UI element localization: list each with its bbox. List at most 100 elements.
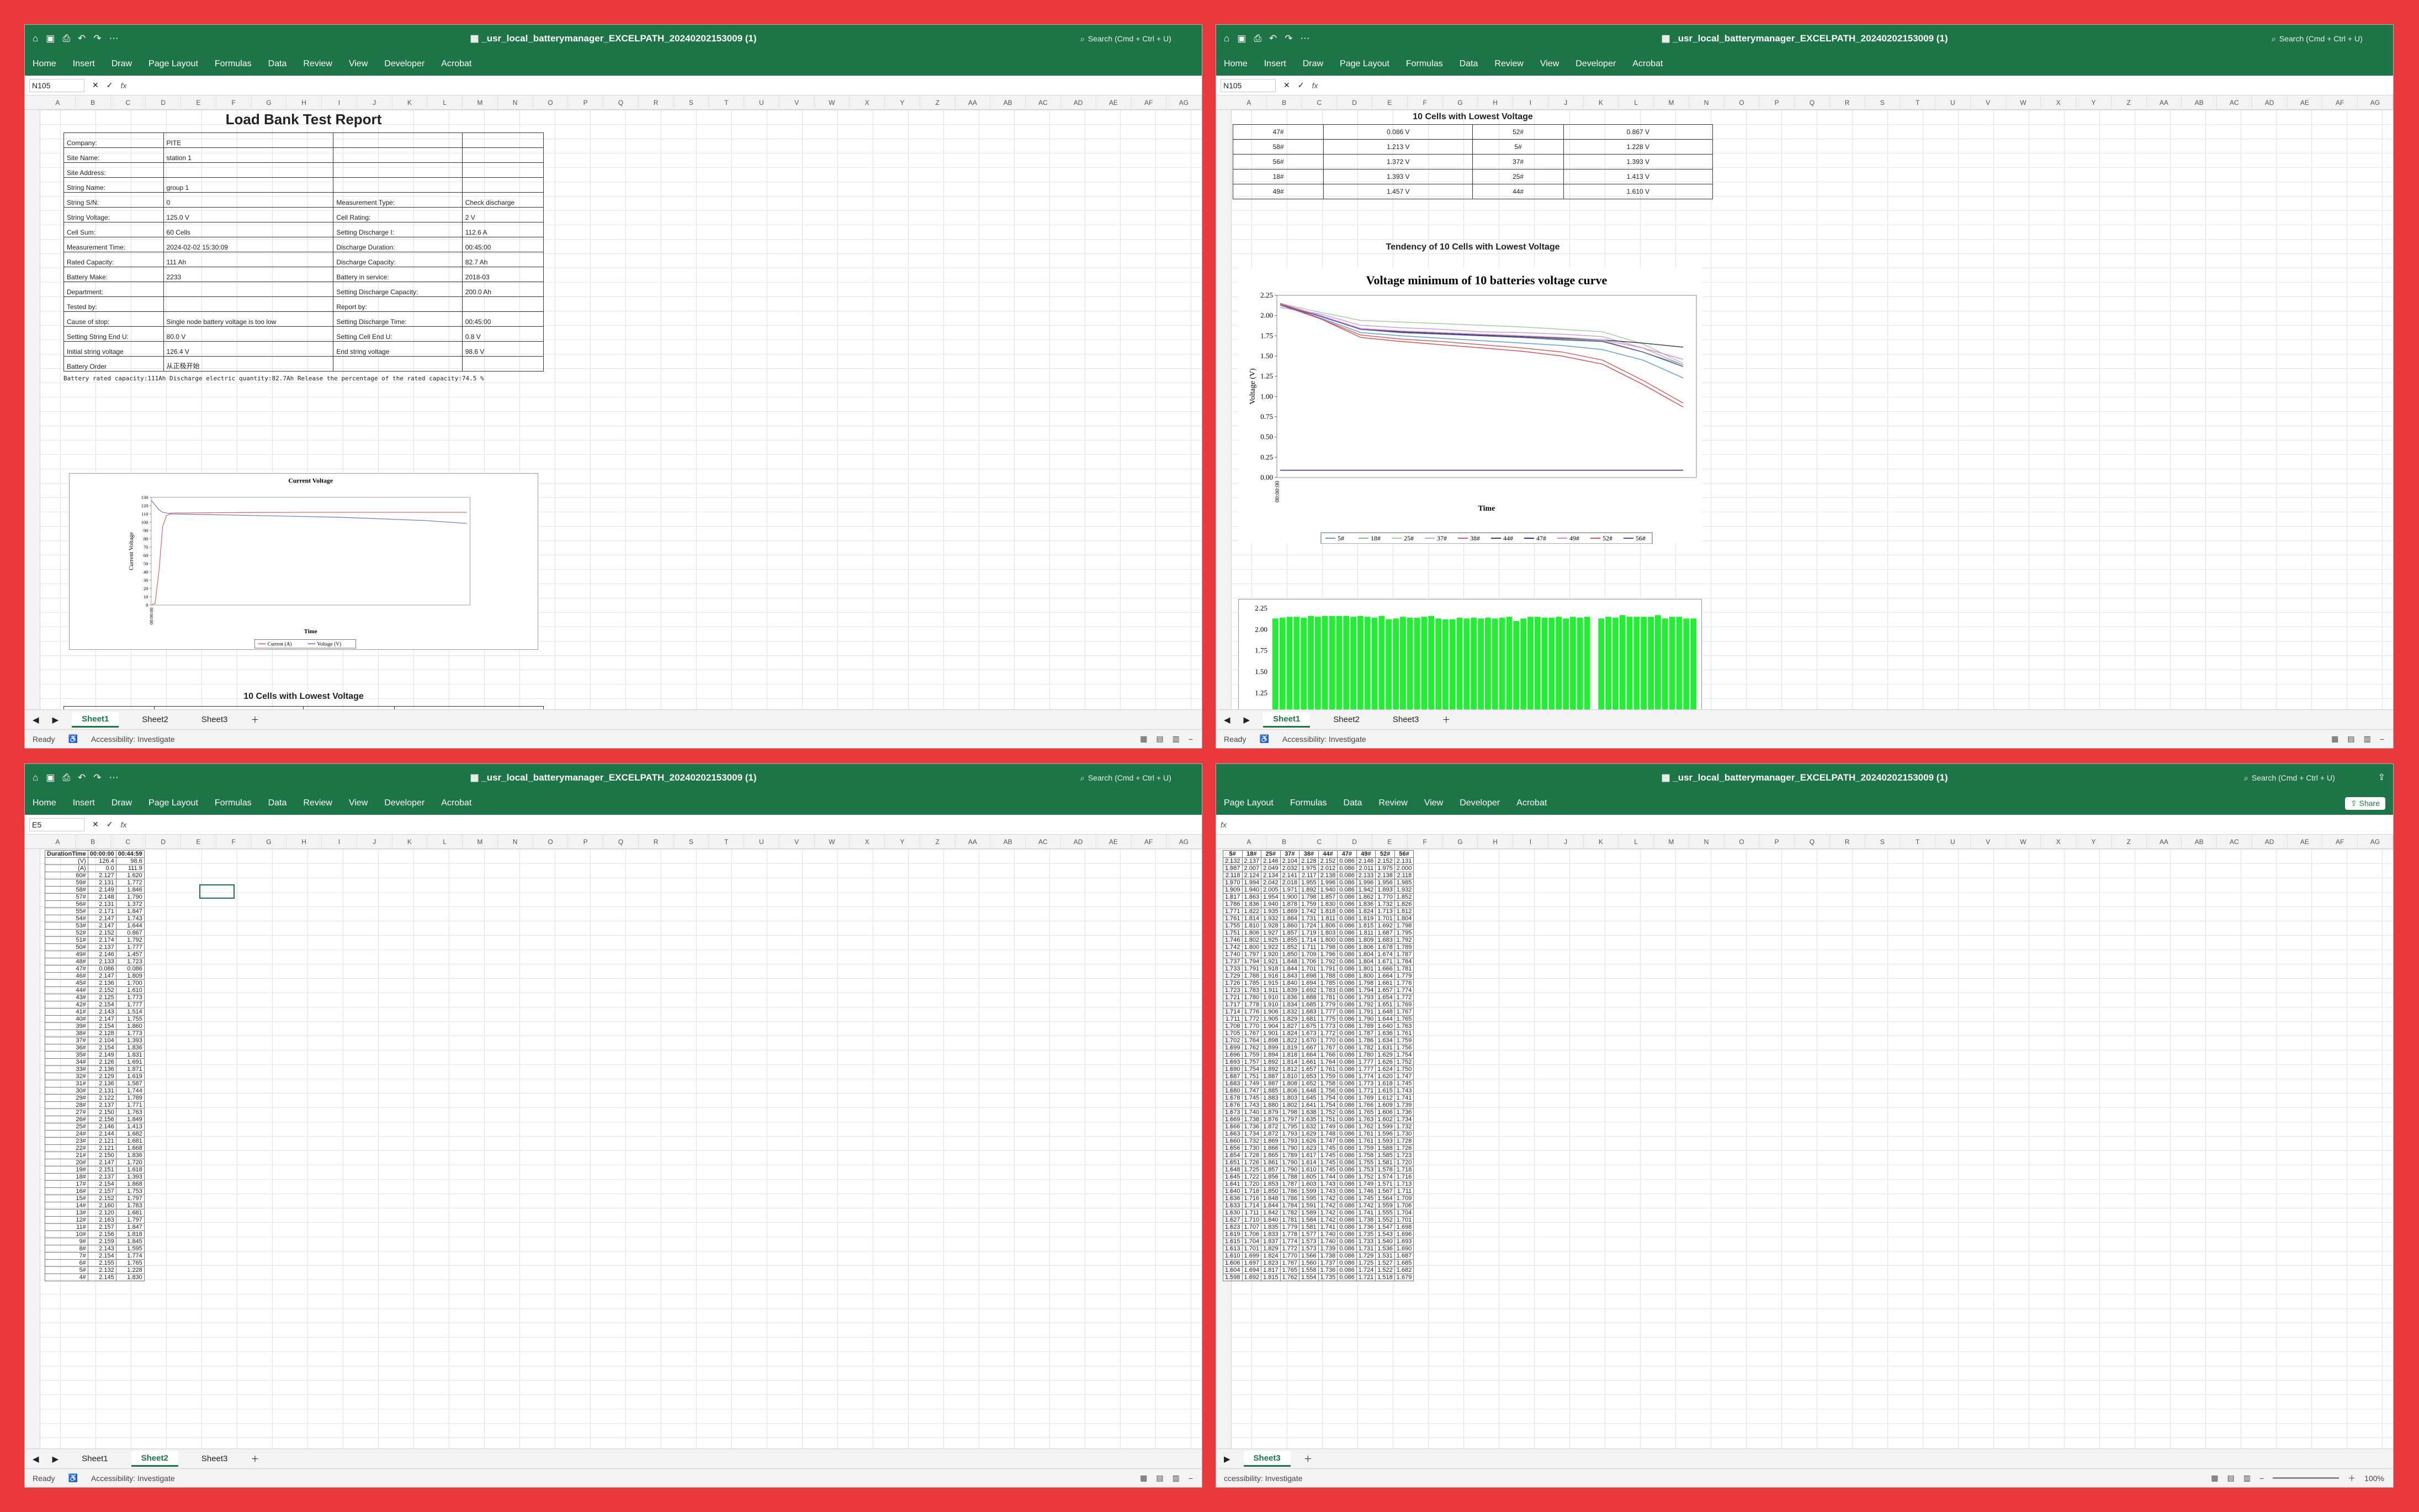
column-header-cell[interactable]: Q xyxy=(1795,96,1830,109)
column-header-cell[interactable]: J xyxy=(1548,835,1584,848)
table-cell[interactable]: 1.668 xyxy=(115,1144,145,1152)
table-cell[interactable]: 1.777 xyxy=(115,1001,145,1009)
table-cell[interactable]: 1.737 xyxy=(1223,958,1243,965)
table-cell[interactable]: 20# xyxy=(45,1159,88,1166)
table-cell[interactable]: 21# xyxy=(45,1152,88,1159)
table-cell[interactable]: 1.777 xyxy=(1356,1065,1376,1073)
table-cell[interactable]: 1.751 xyxy=(1242,1073,1262,1080)
table-cell[interactable]: 1.699 xyxy=(1242,1252,1262,1260)
table-cell[interactable]: 1.801 xyxy=(1356,965,1376,973)
column-header-cell[interactable]: J xyxy=(1548,96,1584,109)
table-cell[interactable]: 1.747 xyxy=(1318,1137,1338,1145)
table-cell[interactable]: 2.152 xyxy=(87,986,116,994)
table-cell[interactable]: 1.763 xyxy=(1394,1022,1414,1030)
column-header[interactable]: 37# xyxy=(1280,850,1300,858)
add-sheet-icon[interactable]: ＋ xyxy=(1304,1453,1312,1465)
table-cell[interactable]: 1.740 xyxy=(1318,1238,1338,1245)
report-cell[interactable]: Tested by: xyxy=(63,296,164,312)
table-cell[interactable]: 39# xyxy=(45,1022,88,1030)
table-cell[interactable]: 1.675 xyxy=(1299,1022,1319,1030)
table-cell[interactable]: 0.086 xyxy=(1337,1216,1357,1224)
table-cell[interactable]: 2.120 xyxy=(87,1209,116,1217)
table-cell[interactable]: 1.745 xyxy=(1356,1195,1376,1202)
table-cell[interactable]: 1.372 xyxy=(115,900,145,908)
table-cell[interactable]: 1.657 xyxy=(1299,1065,1319,1073)
table-cell[interactable]: 1.764 xyxy=(1318,1058,1338,1066)
table-cell[interactable]: 1.740 xyxy=(1242,1108,1262,1116)
table-cell[interactable]: 1.745 xyxy=(1242,1094,1262,1102)
table-cell[interactable]: 2.117 xyxy=(1299,872,1319,879)
table-cell[interactable]: 1.599 xyxy=(1375,1123,1395,1131)
table-cell[interactable]: 1.762 xyxy=(1356,1123,1376,1131)
table-cell[interactable]: 1.620 xyxy=(115,872,145,879)
report-cell[interactable]: 125.0 V xyxy=(163,207,334,222)
column-header-cell[interactable]: V xyxy=(1971,96,2006,109)
accessibility-status[interactable]: ccessibility: Investigate xyxy=(1224,1474,1302,1483)
table-cell[interactable]: 0.086 xyxy=(1337,1195,1357,1202)
fx-icon[interactable]: fx xyxy=(1312,81,1318,90)
table-cell[interactable]: 1.617 xyxy=(1299,1152,1319,1159)
column-header-cell[interactable]: S xyxy=(1865,835,1901,848)
table-cell[interactable]: 1.773 xyxy=(1356,1080,1376,1087)
report-cell[interactable]: 从正极开始 xyxy=(163,356,334,372)
table-cell[interactable]: 2.121 xyxy=(87,1137,116,1145)
table-cell[interactable]: 23# xyxy=(45,1137,88,1145)
table-cell[interactable]: 37# xyxy=(45,1037,88,1044)
table-cell[interactable]: 1.682 xyxy=(1394,1266,1414,1274)
table-cell[interactable]: 1.612 xyxy=(1375,1094,1395,1102)
table-cell[interactable]: 1.739 xyxy=(1318,1245,1338,1253)
table-cell[interactable]: 1.699 xyxy=(1223,1044,1243,1052)
table-cell[interactable]: 0.086 xyxy=(1337,1144,1357,1152)
table-cell[interactable]: 2.150 xyxy=(87,1152,116,1159)
tab-data[interactable]: Data xyxy=(1460,59,1478,69)
search-box[interactable]: ⌕ Search (Cmd + Ctrl + U) xyxy=(2272,31,2388,46)
table-cell[interactable]: 1.739 xyxy=(1394,1101,1414,1109)
column-header-cell[interactable]: P xyxy=(1759,96,1795,109)
table-cell[interactable]: 1.723 xyxy=(1394,1152,1414,1159)
column-header-cell[interactable]: AC xyxy=(2217,96,2252,109)
column-header-cell[interactable]: AD xyxy=(1061,835,1096,848)
table-cell[interactable]: 1.717 xyxy=(1223,1001,1243,1009)
table-cell[interactable]: 1.742 xyxy=(1223,943,1243,951)
table-cell[interactable]: 1.574 xyxy=(1375,1173,1395,1181)
table-cell[interactable]: 1.738 xyxy=(1318,1252,1338,1260)
table-cell[interactable]: 1.848 xyxy=(1280,958,1300,965)
table-cell[interactable]: 1.792 xyxy=(1356,1001,1376,1009)
column-header-cell[interactable]: T xyxy=(709,96,744,109)
table-cell[interactable]: 0.086 xyxy=(1337,1137,1357,1145)
table-cell[interactable]: 0.867 V xyxy=(1563,124,1714,140)
column-header-cell[interactable]: D xyxy=(1337,96,1372,109)
table-cell[interactable]: 1.906 xyxy=(1261,1008,1281,1016)
column-header-cell[interactable]: AB xyxy=(990,835,1026,848)
table-cell[interactable]: 55# xyxy=(45,908,88,915)
table-cell[interactable]: 2.128 xyxy=(1299,857,1319,865)
table-cell[interactable]: 1.849 xyxy=(115,1116,145,1123)
table-cell[interactable]: 1.804 xyxy=(1356,951,1376,958)
report-cell[interactable]: Setting Discharge Capacity: xyxy=(333,282,463,297)
column-header-cell[interactable]: P xyxy=(568,835,603,848)
table-cell[interactable]: 1.716 xyxy=(1394,1173,1414,1181)
table-cell[interactable]: 1.787 xyxy=(1356,1030,1376,1037)
column-header-cell[interactable]: Y xyxy=(2076,835,2112,848)
table-cell[interactable]: 1.745 xyxy=(1318,1144,1338,1152)
table-cell[interactable]: 1.629 xyxy=(1375,1051,1395,1059)
table-cell[interactable]: 1.848 xyxy=(1261,1195,1281,1202)
column-header[interactable]: 25# xyxy=(1261,850,1281,858)
normal-view-icon[interactable]: ▦ xyxy=(2211,1473,2218,1483)
table-cell[interactable]: 1.641 xyxy=(1299,1101,1319,1109)
table-cell[interactable]: 1.729 xyxy=(1223,972,1243,980)
table-cell[interactable]: 1.763 xyxy=(1356,1116,1376,1123)
table-cell[interactable]: 2.137 xyxy=(1242,857,1262,865)
table-cell[interactable]: 1.802 xyxy=(1242,936,1262,944)
table-cell[interactable]: 1.697 xyxy=(1242,1259,1262,1267)
table-cell[interactable]: 1.767 xyxy=(1242,1030,1262,1037)
table-cell[interactable]: 1.714 xyxy=(1242,1202,1262,1209)
tab-home[interactable]: Home xyxy=(1224,59,1248,69)
table-cell[interactable]: 1.690 xyxy=(1394,1245,1414,1253)
table-cell[interactable]: 1.843 xyxy=(1280,972,1300,980)
report-cell[interactable]: End string voltage xyxy=(333,341,463,357)
table-cell[interactable]: 0.086 xyxy=(1337,1238,1357,1245)
table-cell[interactable]: 1.656 xyxy=(1223,1144,1243,1152)
table-cell[interactable]: 1.714 xyxy=(1299,936,1319,944)
column-header-cell[interactable]: K xyxy=(1584,835,1619,848)
